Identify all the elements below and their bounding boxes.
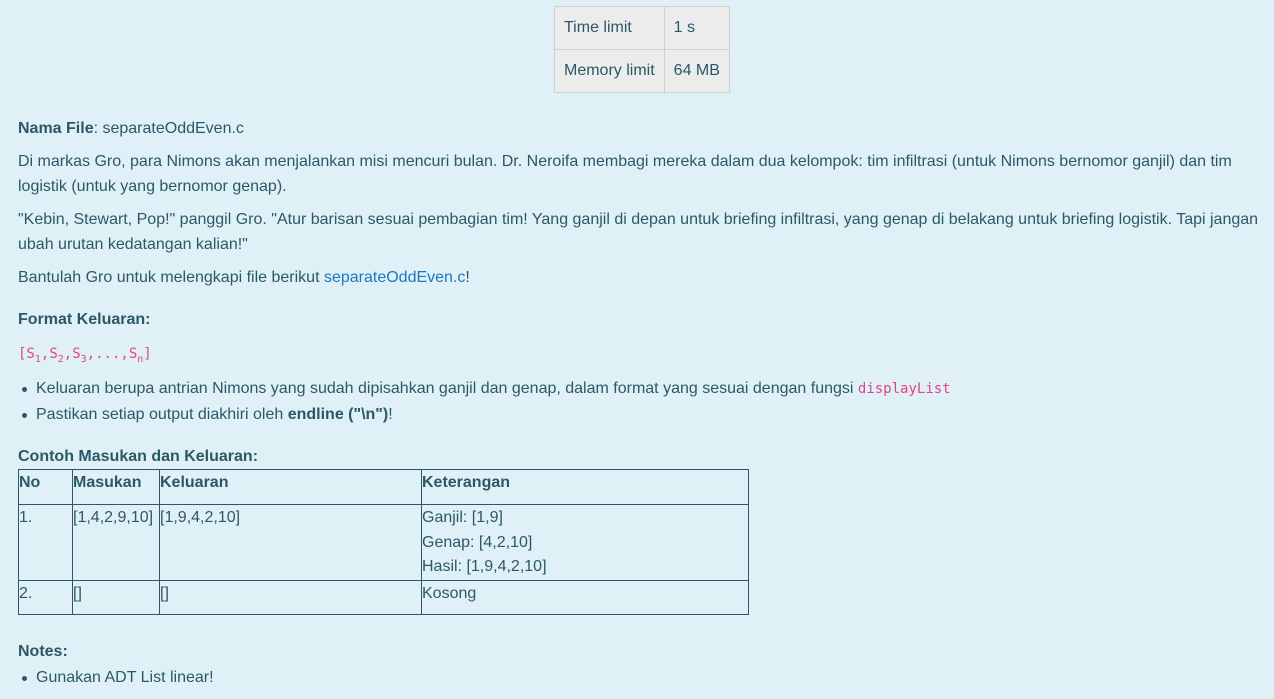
display-list-code: displayList <box>857 380 951 397</box>
output-format-list: Keluaran berupa antrian Nimons yang suda… <box>18 376 1264 427</box>
notes-list: Gunakan ADT List linear! <box>18 665 1264 690</box>
memory-limit-value: 64 MB <box>663 49 730 93</box>
endline-text: endline ("\n") <box>287 405 389 423</box>
list-item: Pastikan setiap output diakhiri oleh end… <box>22 402 1264 427</box>
memory-limit-label: Memory limit <box>554 49 665 93</box>
row-note: Ganjil: [1,9] Genap: [4,2,10] Hasil: [1,… <box>421 504 749 581</box>
time-limit-value: 1 s <box>663 6 730 50</box>
list-item: Keluaran berupa antrian Nimons yang suda… <box>22 376 1264 402</box>
header-no: No <box>18 468 73 506</box>
header-input: Masukan <box>72 468 160 506</box>
file-name-label: Nama File <box>18 120 94 137</box>
row-output: [1,9,4,2,10] <box>159 504 422 581</box>
row-note: Kosong <box>421 579 749 616</box>
row-no: 1. <box>18 504 73 581</box>
list-item: Gunakan ADT List linear! <box>22 665 1264 690</box>
row-input: [] <box>72 579 160 616</box>
source-file-link[interactable]: separateOddEven.c <box>324 269 465 286</box>
file-name: : separateOddEven.c <box>93 120 244 137</box>
format-part: ,S <box>40 346 58 362</box>
bullet-text: Keluaran berupa antrian Nimons yang suda… <box>36 379 858 397</box>
paragraph-3-text: Bantulah Gro untuk melengkapi file berik… <box>18 269 324 286</box>
output-format-heading: Format Keluaran: <box>18 311 151 328</box>
format-part: ,...,S <box>86 346 138 362</box>
table-row: 1. [1,4,2,9,10] [1,9,4,2,10] Ganjil: [1,… <box>18 504 749 581</box>
story-paragraph-2: "Kebin, Stewart, Pop!" panggil Gro. "Atu… <box>18 211 1259 253</box>
paragraph-3-suffix: ! <box>465 269 470 286</box>
row-output: [] <box>159 579 422 616</box>
note-line: Kosong <box>422 584 477 602</box>
header-output: Keluaran <box>159 468 422 506</box>
format-part: ,S <box>63 346 81 362</box>
bullet-text: Pastikan setiap output diakhiri oleh <box>36 405 288 423</box>
problem-statement: Nama File: separateOddEven.c Di markas G… <box>18 116 1264 690</box>
story-paragraph-3: Bantulah Gro untuk melengkapi file berik… <box>18 265 1264 290</box>
samples-table: No Masukan Keluaran Keterangan 1. [1,4,2… <box>18 468 749 616</box>
note-line: Genap: [4,2,10] <box>422 533 533 551</box>
file-name-line: Nama File: separateOddEven.c <box>18 116 1264 141</box>
row-no: 2. <box>18 579 73 616</box>
memory-limit-row: Memory limit 64 MB <box>554 49 730 93</box>
format-part: [S <box>18 346 35 362</box>
note-line: Ganjil: [1,9] <box>422 509 503 527</box>
time-limit-row: Time limit 1 s <box>554 6 730 50</box>
header-note: Keterangan <box>421 468 749 506</box>
samples-heading: Contoh Masukan dan Keluaran: <box>18 447 259 465</box>
format-part: ] <box>143 346 152 362</box>
output-format-pattern: [S1,S2,S3,...,Sn] <box>18 341 1264 372</box>
format-code: [S1,S2,S3,...,Sn] <box>18 346 152 365</box>
row-input: [1,4,2,9,10] <box>72 504 160 581</box>
table-header-row: No Masukan Keluaran Keterangan <box>18 468 749 506</box>
limits-table: Time limit 1 s Memory limit 64 MB <box>554 6 730 93</box>
time-limit-label: Time limit <box>554 6 665 50</box>
note-line: Hasil: [1,9,4,2,10] <box>422 558 547 576</box>
table-row: 2. [] [] Kosong <box>18 579 749 616</box>
notes-heading: Notes: <box>18 643 68 661</box>
bullet-suffix: ! <box>388 405 393 423</box>
story-paragraph-1: Di markas Gro, para Nimons akan menjalan… <box>18 153 1232 195</box>
